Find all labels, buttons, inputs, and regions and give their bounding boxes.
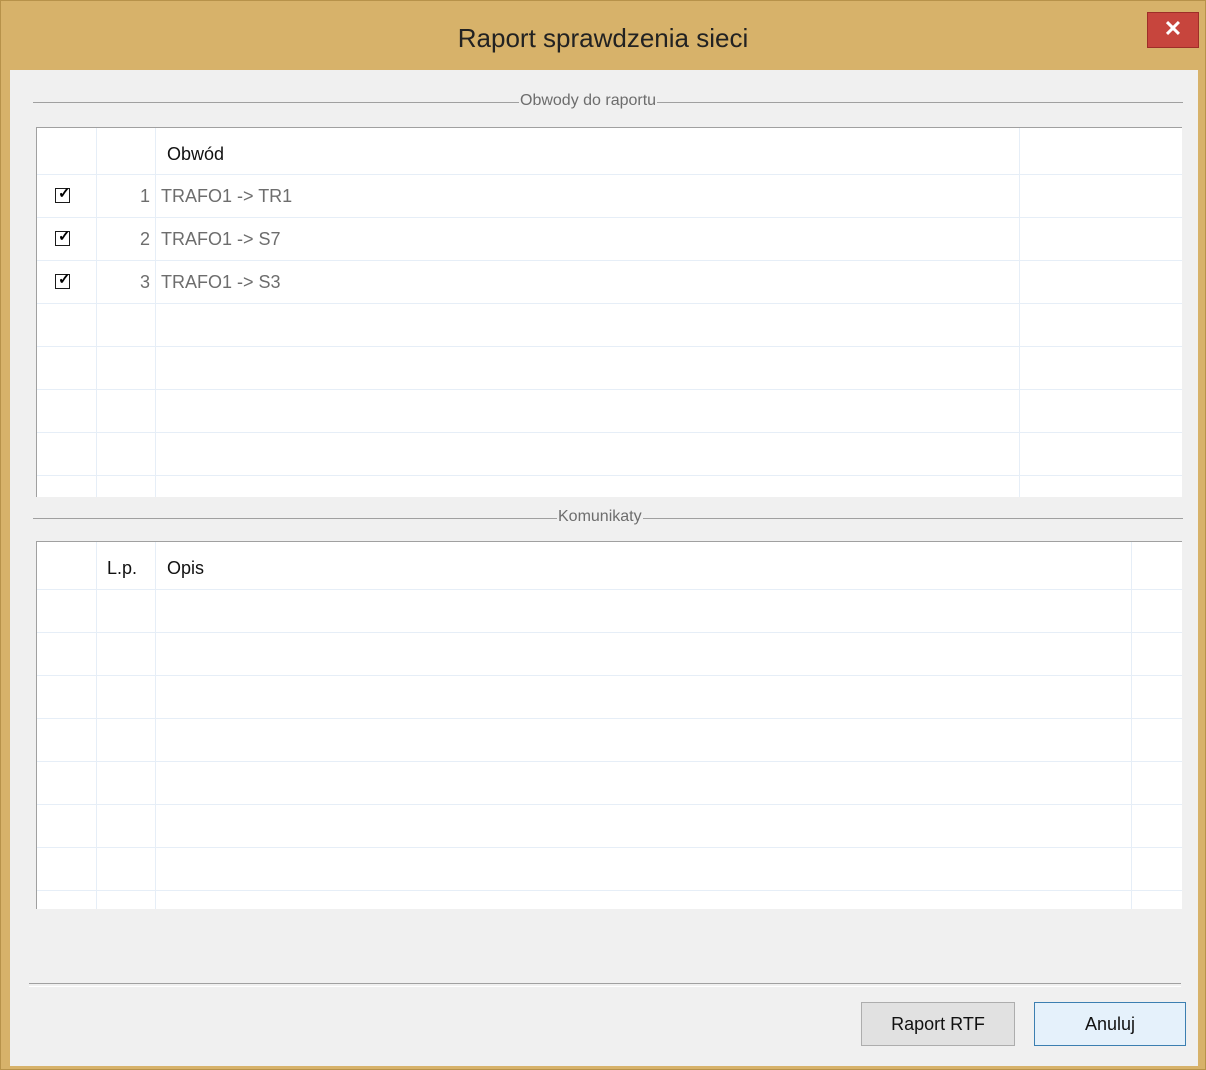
circuit-checkbox[interactable]: ✓ bbox=[55, 185, 71, 203]
messages-header-row: L.p. Opis bbox=[37, 542, 1182, 590]
circuits-header-row: Obwód bbox=[37, 128, 1182, 175]
empty-row bbox=[37, 304, 1182, 347]
messages-grid[interactable]: L.p. Opis bbox=[36, 541, 1182, 909]
group-circuits-title: Obwody do raportu bbox=[519, 92, 658, 110]
circuit-checkbox[interactable]: ✓ bbox=[55, 271, 71, 289]
checkmark-icon: ✓ bbox=[58, 228, 71, 245]
title-bar[interactable]: Raport sprawdzenia sieci ✕ bbox=[1, 1, 1205, 69]
empty-row bbox=[37, 719, 1182, 762]
empty-row bbox=[37, 676, 1182, 719]
close-button[interactable]: ✕ bbox=[1147, 12, 1199, 48]
circuit-name: TRAFO1 -> S7 bbox=[161, 229, 281, 249]
cancel-button[interactable]: Anuluj bbox=[1034, 1002, 1186, 1046]
dialog-window: Raport sprawdzenia sieci ✕ Obwody do rap… bbox=[0, 0, 1206, 1070]
column-header-obwod[interactable]: Obwód bbox=[167, 144, 224, 165]
empty-row bbox=[37, 590, 1182, 633]
circuit-checkbox[interactable]: ✓ bbox=[55, 228, 71, 246]
footer-separator bbox=[29, 983, 1181, 987]
circuit-number: 1 bbox=[139, 186, 150, 206]
column-header-opis[interactable]: Opis bbox=[167, 558, 204, 579]
circuit-row[interactable]: ✓ 2 TRAFO1 -> S7 bbox=[37, 218, 1182, 261]
circuit-row[interactable]: ✓ 1 TRAFO1 -> TR1 bbox=[37, 175, 1182, 218]
empty-row bbox=[37, 433, 1182, 476]
report-rtf-button[interactable]: Raport RTF bbox=[861, 1002, 1015, 1046]
empty-row bbox=[37, 633, 1182, 676]
circuits-grid[interactable]: Obwód ✓ 1 TRAFO1 -> TR1 ✓ 2 TRAFO1 -> S7… bbox=[36, 127, 1182, 497]
circuit-number: 2 bbox=[139, 229, 150, 249]
column-header-lp[interactable]: L.p. bbox=[107, 558, 137, 579]
circuit-name: TRAFO1 -> S3 bbox=[161, 272, 281, 292]
circuit-row[interactable]: ✓ 3 TRAFO1 -> S3 bbox=[37, 261, 1182, 304]
close-icon: ✕ bbox=[1163, 16, 1183, 41]
dialog-client-area: Obwody do raportu Obwód ✓ 1 TRAFO1 -> TR… bbox=[10, 70, 1198, 1066]
empty-row bbox=[37, 805, 1182, 848]
checkmark-icon: ✓ bbox=[58, 185, 71, 202]
checkmark-icon: ✓ bbox=[58, 271, 71, 288]
empty-row bbox=[37, 762, 1182, 805]
group-messages-title: Komunikaty bbox=[557, 508, 643, 526]
circuit-number: 3 bbox=[139, 272, 150, 292]
empty-row bbox=[37, 390, 1182, 433]
empty-row bbox=[37, 347, 1182, 390]
circuit-name: TRAFO1 -> TR1 bbox=[161, 186, 293, 206]
window-title: Raport sprawdzenia sieci bbox=[457, 23, 749, 53]
empty-row bbox=[37, 848, 1182, 891]
